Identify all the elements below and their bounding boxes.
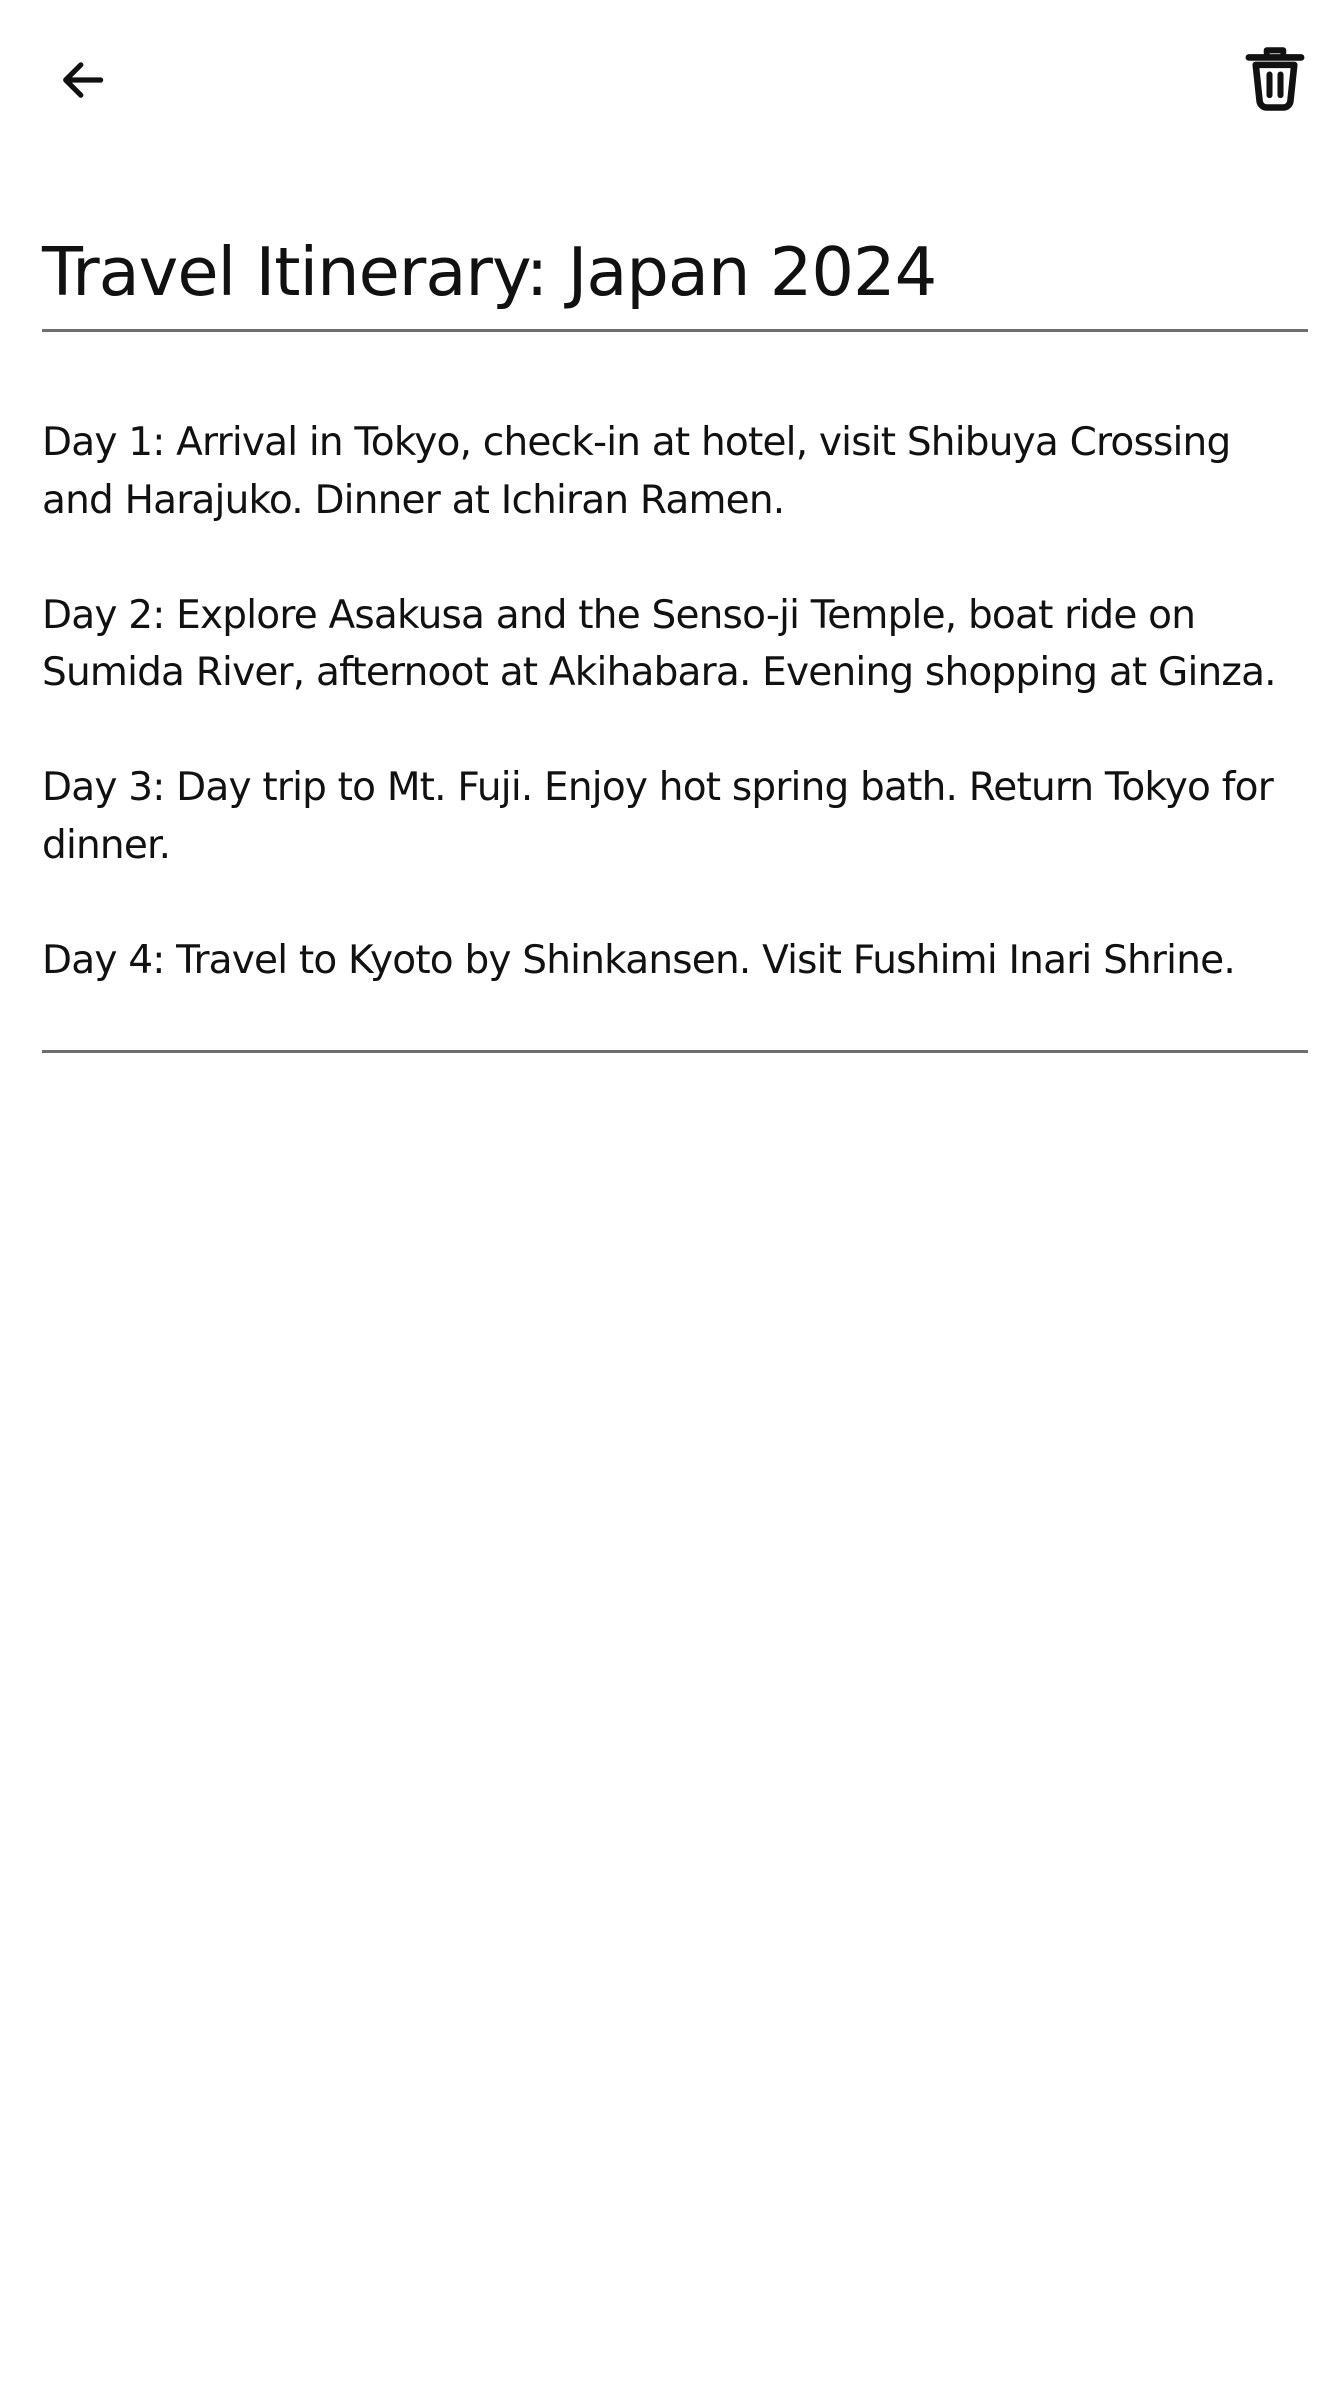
note-paragraph: Day 2: Explore Asakusa and the Senso-ji …: [42, 592, 1277, 696]
back-button[interactable]: [34, 32, 130, 128]
note-body-field[interactable]: Day 1: Arrival in Tokyo, check-in at hot…: [42, 414, 1308, 1053]
note-paragraph: Day 4: Travel to Kyoto by Shinkansen. Vi…: [42, 937, 1236, 983]
note-paragraph: Day 1: Arrival in Tokyo, check-in at hot…: [42, 420, 1231, 523]
note-paragraph: Day 3: Day trip to Mt. Fuji. Enjoy hot s…: [42, 765, 1274, 868]
delete-button[interactable]: [1227, 32, 1323, 128]
note-title-field[interactable]: Travel Itinerary: Japan 2024: [42, 222, 1308, 332]
arrow-left-icon: [63, 62, 104, 98]
top-app-bar: [0, 0, 1344, 160]
note-title-input[interactable]: Travel Itinerary: Japan 2024: [42, 230, 1308, 314]
trash-icon: [1245, 47, 1305, 111]
